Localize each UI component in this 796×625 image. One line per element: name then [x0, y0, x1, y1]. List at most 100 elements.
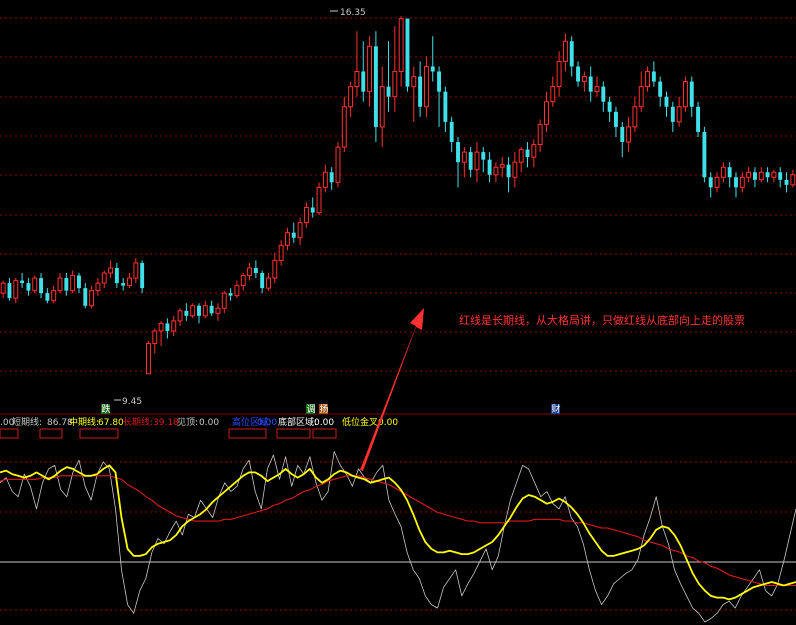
- candle-body: [32, 277, 38, 292]
- candle: [32, 275, 38, 294]
- candle: [702, 126, 707, 183]
- candle-body: [664, 96, 669, 107]
- legend-long-label: 长期线:: [123, 416, 153, 428]
- candle-body: [221, 292, 227, 309]
- candle-body: [57, 277, 63, 292]
- candle: [77, 273, 81, 294]
- candle: [260, 270, 265, 294]
- candle: [171, 315, 177, 336]
- candle-body: [430, 66, 435, 72]
- candle: [456, 136, 460, 188]
- indicator-lines: [0, 451, 796, 623]
- candle: [114, 262, 119, 289]
- candle: [562, 33, 568, 72]
- candle-body: [537, 123, 543, 146]
- candle: [758, 167, 764, 183]
- candle: [537, 119, 543, 153]
- candle-body: [734, 177, 738, 188]
- candle-body: [481, 152, 486, 160]
- candle-body: [392, 70, 398, 98]
- candle-body: [594, 86, 600, 93]
- legend-bottom-label: 底部区域:: [278, 416, 317, 428]
- candle: [620, 121, 625, 158]
- candle: [177, 308, 183, 326]
- candle: [335, 142, 341, 188]
- candle: [576, 61, 581, 87]
- candle-body: [461, 151, 467, 163]
- candle-body: [228, 293, 233, 296]
- candle-body: [165, 323, 170, 331]
- candle: [26, 278, 31, 296]
- candle-body: [0, 282, 6, 294]
- candle: [651, 61, 656, 87]
- candle-body: [13, 280, 19, 299]
- candle-body: [140, 262, 145, 289]
- candle-body: [468, 152, 473, 170]
- candle: [64, 273, 69, 296]
- candle-body: [373, 46, 378, 127]
- candle-body: [20, 280, 25, 284]
- candle-body: [184, 310, 189, 316]
- candle: [316, 182, 322, 216]
- candle: [418, 61, 423, 117]
- candle-body: [45, 293, 50, 301]
- candle-body: [322, 171, 328, 188]
- candle: [556, 51, 562, 97]
- candle-body: [746, 171, 752, 178]
- candle-body: [209, 305, 214, 314]
- candle: [588, 66, 593, 102]
- legend-mid-value: 67.80: [98, 418, 124, 428]
- candle: [676, 96, 682, 127]
- candle: [664, 91, 669, 117]
- chart-canvas: 16.35 9.45 跌 调 扬 财 .00 短期线: 86.78 中期线: 6…: [0, 8, 796, 623]
- candle: [228, 288, 233, 301]
- candle-body: [569, 41, 574, 67]
- series-short-line: [0, 451, 796, 623]
- candle-body: [348, 86, 354, 108]
- candle-body: [354, 70, 360, 88]
- candle-body: [689, 81, 694, 107]
- candle-body: [550, 86, 556, 103]
- candle-body: [487, 159, 492, 175]
- candle-body: [133, 262, 139, 279]
- candle: [506, 157, 511, 193]
- candle-body: [506, 164, 511, 178]
- candle: [284, 227, 290, 251]
- candle: [272, 252, 278, 284]
- candle: [165, 318, 170, 339]
- candle: [202, 300, 208, 319]
- candle: [569, 36, 574, 77]
- annotation-group: 红线是长期线，从大格局讲，只做红线从底部向上走的股票: [360, 308, 745, 471]
- candle: [638, 71, 644, 112]
- candle-body: [708, 177, 713, 188]
- candle-body: [335, 146, 341, 183]
- candle: [658, 76, 663, 107]
- candle-body: [253, 267, 258, 274]
- candle-body: [278, 244, 284, 261]
- legend-short-label: 短期线:: [12, 416, 42, 428]
- price-low-label: 9.45: [122, 397, 142, 407]
- candle-body: [620, 126, 625, 143]
- candle-body: [127, 277, 132, 287]
- candle-body: [601, 86, 606, 102]
- candle: [361, 41, 366, 102]
- candle: [253, 260, 258, 279]
- candle-body: [576, 66, 581, 82]
- signal-markers: 跌 调 扬 财: [101, 403, 561, 415]
- candle: [461, 147, 467, 178]
- candle: [266, 273, 271, 291]
- candle: [499, 157, 505, 178]
- signal-boxes: [0, 428, 337, 439]
- candle: [449, 116, 454, 153]
- candle: [215, 303, 221, 321]
- candle-body: [499, 164, 505, 168]
- candle-body: [329, 172, 334, 183]
- candle-body: [89, 290, 95, 307]
- candle-body: [177, 310, 183, 322]
- candle: [221, 290, 227, 314]
- candle: [121, 278, 126, 291]
- candle-body: [291, 232, 296, 238]
- annotation-text: 红线是长期线，从大格局讲，只做红线从底部向上走的股票: [459, 313, 745, 327]
- candle-body: [518, 149, 524, 163]
- legend-golden-label: 低位金叉:: [342, 416, 381, 428]
